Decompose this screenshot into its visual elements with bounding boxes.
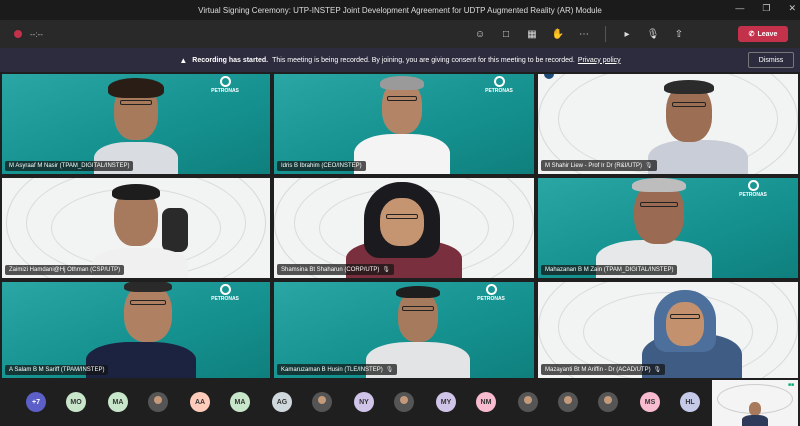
participant-avatar[interactable]: MY xyxy=(436,392,456,412)
self-view-video[interactable]: ■■ xyxy=(712,380,798,426)
leave-label: Leave xyxy=(757,30,778,38)
petronas-logo: PETRONAS xyxy=(210,76,240,94)
participant-avatar[interactable]: AA xyxy=(190,392,210,412)
meeting-toolbar: --:-- ☺ □ ▦ ✋ ⋯ ▸ 🎙 ⇧ ✆ Leave xyxy=(0,20,800,48)
participant-name-tag: Idris B Ibrahim (CEO/INSTEP) xyxy=(277,161,366,171)
participant-avatar[interactable]: MS xyxy=(640,392,660,412)
participants-icon[interactable]: ☺ xyxy=(469,26,491,42)
participant-video xyxy=(380,76,424,90)
more-participants-button[interactable]: +7 xyxy=(26,392,46,412)
participant-name-tag: M Asyraaf M Nasir (TPAM_DIGITAL/INSTEP) xyxy=(5,161,134,171)
participant-video xyxy=(354,134,450,174)
participant-avatar[interactable] xyxy=(148,392,168,412)
participant-video xyxy=(664,80,714,94)
participant-avatar[interactable] xyxy=(518,392,538,412)
camera-icon[interactable]: ▸ xyxy=(616,26,638,42)
recording-icon xyxy=(14,30,22,38)
video-tile[interactable]: PETRONAS Idris B Ibrahim (CEO/INSTEP) xyxy=(274,74,534,174)
breakout-rooms-icon[interactable]: ▦ xyxy=(521,26,543,42)
participant-video xyxy=(666,302,704,346)
participant-avatar[interactable]: NY xyxy=(354,392,374,412)
chair xyxy=(162,208,188,252)
participant-video xyxy=(130,300,166,305)
petronas-logo: PETRONAS xyxy=(476,284,506,302)
raise-hand-icon[interactable]: ✋ xyxy=(547,26,569,42)
participant-overflow-bar: +7 MO MA AA MA AG NY MY NM MS HL ■■ xyxy=(0,378,800,426)
petronas-logo: PETRONAS xyxy=(738,180,768,198)
participant-name-tag: Zaimizi Hamdani@Hj Othman (CSP/UTP) xyxy=(5,265,125,275)
participant-video xyxy=(670,314,700,319)
mic-muted-icon: 🎙 xyxy=(645,163,653,169)
participant-avatar[interactable]: MA xyxy=(230,392,250,412)
video-tile[interactable]: PETRONAS Kamaruzaman B Husin (TLE/INSTEP… xyxy=(274,282,534,378)
video-tile[interactable]: PETRONAS Mahazanan B M Zain (TPAM_DIGITA… xyxy=(538,178,798,278)
meeting-controls: ☺ □ ▦ ✋ ⋯ ▸ 🎙 ⇧ xyxy=(469,26,690,42)
participant-video xyxy=(742,402,768,426)
video-tile[interactable]: PETRONAS M Asyraaf M Nasir (TPAM_DIGITAL… xyxy=(2,74,270,174)
participant-name-tag: Shamsina Bt Shaharun (CORP/UTP) 🎙 xyxy=(277,264,394,275)
microphone-icon[interactable]: 🎙 xyxy=(642,26,664,42)
recording-banner: ▲ Recording has started. This meeting is… xyxy=(0,48,800,72)
petronas-logo: PETRONAS xyxy=(484,76,514,94)
pin-icon xyxy=(544,74,554,79)
participant-avatar[interactable]: AG xyxy=(272,392,292,412)
participant-video xyxy=(396,286,440,298)
more-actions-icon[interactable]: ⋯ xyxy=(573,26,595,42)
video-tile[interactable]: Mazayanti Bt M Ariffin - Dr (ACAD/UTP) 🎙 xyxy=(538,282,798,378)
meeting-timer: --:-- xyxy=(30,29,43,39)
warning-icon: ▲ xyxy=(179,55,188,65)
participant-video xyxy=(387,96,417,101)
participant-avatar[interactable]: NM xyxy=(476,392,496,412)
petronas-logo: PETRONAS xyxy=(210,284,240,302)
participant-name-tag: Mahazanan B M Zain (TPAM_DIGITAL/INSTEP) xyxy=(541,265,678,275)
window-controls: — ❐ ✕ xyxy=(735,3,796,14)
participant-video xyxy=(672,102,706,107)
participant-name-tag: A Salam B M Sariff (TPAM/INSTEP) xyxy=(5,365,109,375)
maximize-icon[interactable]: ❐ xyxy=(762,3,770,14)
chat-icon[interactable]: □ xyxy=(495,26,517,42)
participant-name-tag: M Shahir Liew - Prof Ir Dr (R&I/UTP) 🎙 xyxy=(541,160,657,171)
participant-avatar[interactable]: MA xyxy=(108,392,128,412)
banner-title: Recording has started. xyxy=(192,56,269,64)
participant-video xyxy=(124,284,172,342)
title-bar: Virtual Signing Ceremony: UTP-INSTEP Joi… xyxy=(0,0,800,20)
participant-video xyxy=(124,282,172,292)
minimize-icon[interactable]: — xyxy=(735,3,744,14)
participant-avatar[interactable]: MO xyxy=(66,392,86,412)
participant-name-tag: Kamaruzaman B Husin (TLE/INSTEP) 🎙 xyxy=(277,364,398,375)
participant-name-tag: Mazayanti Bt M Ariffin - Dr (ACAD/UTP) 🎙 xyxy=(541,364,666,375)
participant-video xyxy=(648,140,748,174)
participant-avatar[interactable] xyxy=(312,392,332,412)
video-grid: PETRONAS M Asyraaf M Nasir (TPAM_DIGITAL… xyxy=(0,72,800,378)
dismiss-button[interactable]: Dismiss xyxy=(748,52,794,68)
close-icon[interactable]: ✕ xyxy=(788,3,796,14)
video-tile[interactable]: Zaimizi Hamdani@Hj Othman (CSP/UTP) xyxy=(2,178,270,278)
participant-video xyxy=(120,100,152,105)
participant-video xyxy=(108,78,164,98)
participant-avatar[interactable] xyxy=(558,392,578,412)
phone-icon: ✆ xyxy=(748,31,755,38)
mic-muted-icon: 🎙 xyxy=(382,267,390,273)
self-view-badge: ■■ xyxy=(787,382,794,388)
toolbar-divider xyxy=(605,26,606,42)
mic-muted-icon: 🎙 xyxy=(653,367,662,373)
participant-video xyxy=(386,214,418,219)
video-tile[interactable]: PETRONAS A Salam B M Sariff (TPAM/INSTEP… xyxy=(2,282,270,378)
video-tile[interactable]: M Shahir Liew - Prof Ir Dr (R&I/UTP) 🎙 xyxy=(538,74,798,174)
participant-video xyxy=(632,178,686,192)
privacy-policy-link[interactable]: Privacy policy xyxy=(578,57,621,64)
participant-video xyxy=(112,184,160,200)
participant-video xyxy=(380,198,424,246)
window-title: Virtual Signing Ceremony: UTP-INSTEP Joi… xyxy=(198,5,602,15)
participant-video xyxy=(402,306,434,311)
participant-avatar[interactable]: HL xyxy=(680,392,700,412)
mic-muted-icon: 🎙 xyxy=(385,367,394,373)
share-screen-icon[interactable]: ⇧ xyxy=(668,26,690,42)
participant-avatar[interactable] xyxy=(598,392,618,412)
participant-avatar[interactable] xyxy=(394,392,414,412)
banner-text: This meeting is being recorded. By joini… xyxy=(272,56,575,64)
leave-button[interactable]: ✆ Leave xyxy=(738,26,788,42)
video-tile[interactable]: Shamsina Bt Shaharun (CORP/UTP) 🎙 xyxy=(274,178,534,278)
participant-video xyxy=(640,202,678,207)
